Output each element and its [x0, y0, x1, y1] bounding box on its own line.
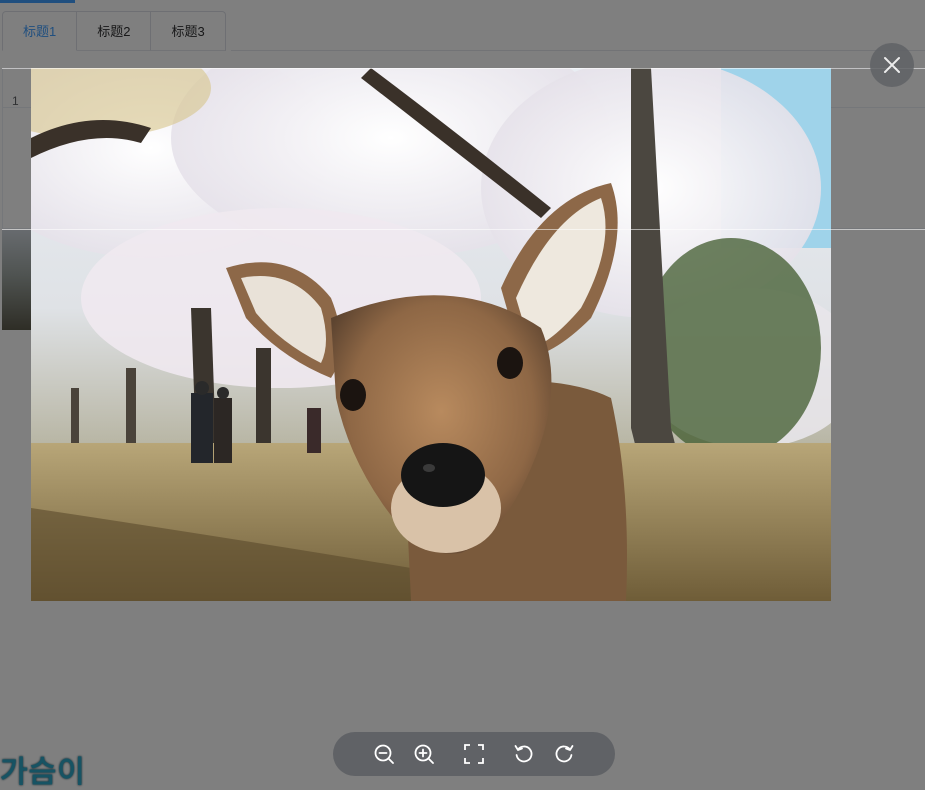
overlay-guide-line-bottom: [2, 229, 925, 230]
zoom-out-icon: [374, 744, 394, 764]
fullscreen-button[interactable]: [463, 743, 485, 765]
viewer-toolbar: [333, 732, 615, 776]
zoom-out-button[interactable]: [373, 743, 395, 765]
overlay-guide-line-top: [2, 68, 925, 69]
rotate-left-icon: [514, 745, 533, 763]
viewer-close-button[interactable]: [870, 43, 914, 87]
fullscreen-icon: [464, 744, 484, 764]
rotate-right-icon: [555, 745, 574, 763]
rotate-left-button[interactable]: [513, 743, 535, 765]
rotate-right-button[interactable]: [553, 743, 575, 765]
zoom-in-button[interactable]: [413, 743, 435, 765]
deer-photo: [31, 68, 831, 601]
preview-image[interactable]: [31, 68, 831, 601]
close-icon: [884, 57, 900, 73]
page: 标题1 标题2 标题3 1 가슴이: [0, 0, 925, 790]
zoom-in-icon: [414, 744, 434, 764]
